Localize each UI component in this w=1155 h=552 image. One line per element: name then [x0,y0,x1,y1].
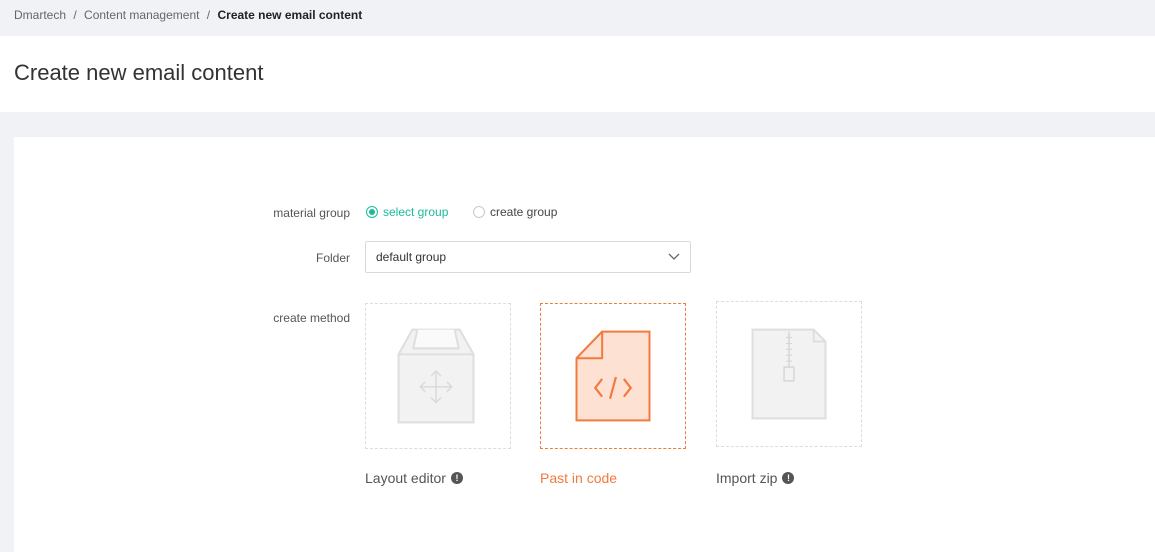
layout-box-icon [397,328,475,424]
material-group-label: material group [273,206,350,220]
layout-editor-label-wrap: Layout editor ! [365,470,463,486]
breadcrumb-current: Create new email content [217,8,363,22]
chevron-down-icon [668,253,680,260]
import-zip-label: Import zip [716,470,778,486]
radio-checked-icon [366,206,378,218]
folder-select[interactable]: default group [365,241,691,273]
layout-editor-option[interactable] [365,303,511,449]
create-group-label: create group [490,205,558,219]
paste-code-option[interactable] [540,303,686,449]
folder-select-value: default group [376,250,447,264]
paste-code-label-wrap: Past in code [540,470,617,486]
select-group-radio[interactable]: select group [366,205,448,219]
radio-unchecked-icon [473,206,485,218]
breadcrumb-item-content-management[interactable]: Content management [84,8,199,22]
paste-code-label: Past in code [540,470,618,486]
breadcrumb-separator: / [206,8,211,22]
create-group-radio[interactable]: create group [473,205,557,219]
folder-label: Folder [315,251,350,265]
import-zip-option[interactable] [716,301,862,447]
info-icon[interactable]: ! [782,472,795,484]
select-group-label: select group [383,205,449,219]
breadcrumb: Dmartech / Content management / Create n… [0,0,1155,36]
code-file-icon [575,330,651,422]
page-title: Create new email content [14,60,264,85]
zip-file-icon [751,328,827,420]
import-zip-label-wrap: Import zip ! [716,470,795,486]
page-header: Create new email content [0,36,1155,112]
layout-editor-label: Layout editor [365,470,446,486]
info-icon[interactable]: ! [450,472,463,484]
breadcrumb-item-dmartech[interactable]: Dmartech [14,8,66,22]
breadcrumb-separator: / [73,8,77,22]
create-method-label: create method [273,311,350,325]
form-card: material group select group create group… [14,137,1155,552]
